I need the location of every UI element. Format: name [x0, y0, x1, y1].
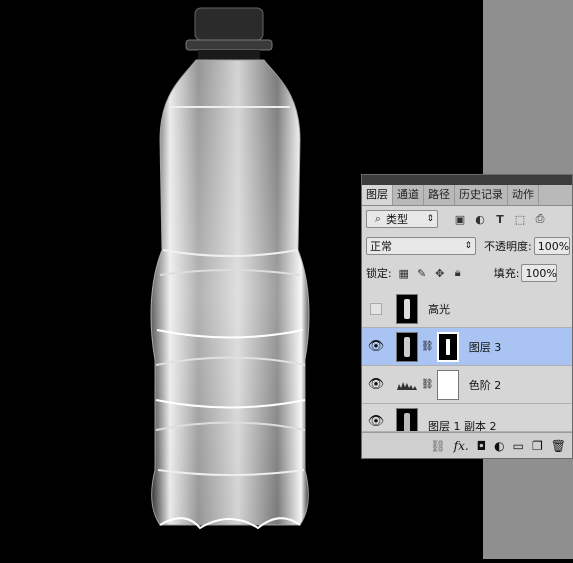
eye-icon: 👁︎ [367, 339, 385, 354]
fill-input[interactable]: 100% [521, 264, 558, 282]
chevron-updown-icon: ⇕ [426, 214, 434, 224]
blend-mode-select[interactable]: 正常 ⇕ [366, 237, 476, 255]
layer-row[interactable]: 👁︎ ⛓ 色阶 2 [362, 366, 572, 404]
folder-icon[interactable]: ▭ [513, 439, 524, 453]
link-icon[interactable]: ⛓ [421, 341, 434, 352]
brush-icon[interactable]: ✎ [414, 265, 430, 281]
opacity-label: 不透明度: [484, 240, 532, 253]
layer-name: 图层 1 副本 2 [428, 420, 497, 432]
trash-icon[interactable]: 🗑︎ [551, 439, 566, 453]
tab-channels[interactable]: 通道 [393, 185, 424, 205]
layer-name: 图层 3 [468, 340, 502, 354]
image-filter-icon[interactable]: ▣ [452, 211, 468, 227]
panel-title-bar[interactable] [362, 175, 572, 185]
filter-row: ⌕ 类型 ⇕ ▣ ◐ T ⬚ ⎙ [362, 208, 573, 230]
tab-paths[interactable]: 路径 [424, 185, 455, 205]
layer-thumbnail [396, 331, 418, 362]
link-icon[interactable]: ⛓ [421, 379, 434, 390]
fill-label: 填充: [493, 267, 520, 280]
mask-thumbnail[interactable] [436, 369, 459, 400]
search-icon: ⌕ [374, 212, 382, 225]
mask-thumbnail[interactable] [436, 331, 459, 362]
blend-row: 正常 ⇕ 不透明度: 100% [362, 235, 573, 257]
lock-transparent-icon[interactable]: ▦ [396, 265, 412, 281]
layers-panel: 图层 通道 路径 历史记录 动作 ⌕ 类型 ⇕ ▣ ◐ T ⬚ ⎙ 正常 ⇕ 不… [361, 174, 573, 459]
move-icon[interactable]: ✥ [432, 265, 448, 281]
lock-icon[interactable]: 🔒︎ [450, 265, 466, 281]
opacity-input[interactable]: 100% [533, 237, 570, 255]
layer-row[interactable]: 👁︎ 图层 1 副本 2 [362, 404, 572, 432]
adjustment-icon[interactable]: ◐ [494, 439, 504, 453]
layer-row-selected[interactable]: 👁︎ ⛓ 图层 3 [362, 328, 572, 366]
layers-panel-footer: ⛓ fx. ◘ ◐ ▭ ❐ 🗑︎ [362, 432, 572, 458]
tab-layers[interactable]: 图层 [362, 185, 393, 205]
smart-object-filter-icon[interactable]: ⎙ [532, 211, 548, 227]
type-filter-icon[interactable]: T [492, 211, 508, 227]
lock-label: 锁定: [366, 267, 392, 280]
layer-thumbnail [396, 293, 418, 324]
layer-thumbnail [396, 408, 418, 431]
link-icon[interactable]: ⛓ [430, 439, 445, 453]
visibility-off-icon [370, 302, 382, 315]
levels-icon [396, 370, 418, 400]
filter-kind-select[interactable]: ⌕ 类型 ⇕ [366, 210, 438, 228]
fx-icon[interactable]: fx. [454, 439, 469, 453]
chevron-updown-icon: ⇕ [464, 241, 472, 251]
add-mask-icon[interactable]: ◘ [477, 439, 487, 453]
tab-history[interactable]: 历史记录 [455, 185, 508, 205]
visibility-toggle[interactable] [362, 302, 390, 315]
shape-filter-icon[interactable]: ⬚ [512, 211, 528, 227]
layer-row[interactable]: 高光 [362, 290, 572, 328]
layer-name: 高光 [428, 302, 450, 316]
layer-name: 色阶 2 [468, 378, 502, 392]
visibility-toggle[interactable]: 👁︎ [362, 339, 390, 354]
visibility-toggle[interactable]: 👁︎ [362, 414, 390, 429]
adjustment-filter-icon[interactable]: ◐ [472, 211, 488, 227]
eye-icon: 👁︎ [367, 414, 385, 429]
eye-icon: 👁︎ [367, 377, 385, 392]
panel-tabs: 图层 通道 路径 历史记录 动作 [362, 185, 572, 206]
lock-row: 锁定: ▦ ✎ ✥ 🔒︎ 填充: 100% [362, 262, 573, 284]
visibility-toggle[interactable]: 👁︎ [362, 377, 390, 392]
new-layer-icon[interactable]: ❐ [532, 439, 543, 453]
tab-actions[interactable]: 动作 [508, 185, 539, 205]
